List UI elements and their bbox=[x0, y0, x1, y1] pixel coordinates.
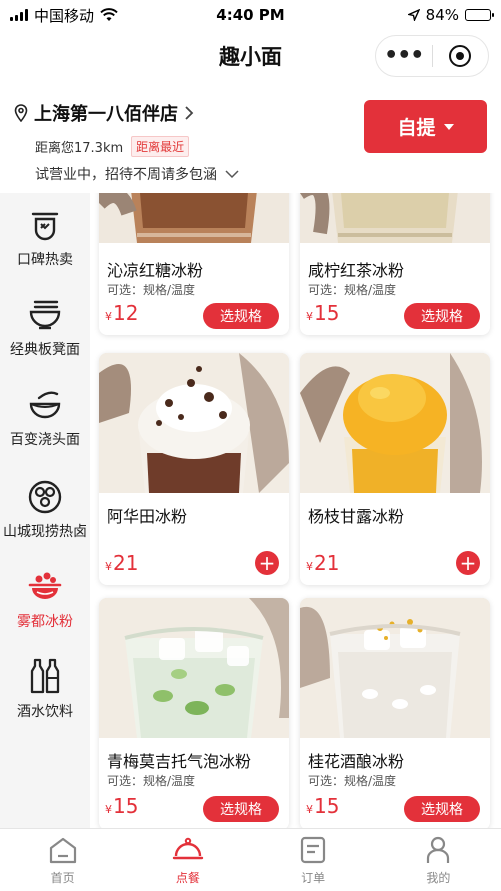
home-icon bbox=[47, 835, 79, 865]
product-card[interactable]: 杨枝甘露冰粉 ¥21 + bbox=[300, 353, 490, 585]
store-distance: 距离您17.3km bbox=[35, 141, 124, 156]
category-item[interactable]: 口碑热卖 bbox=[0, 205, 90, 269]
product-price: ¥21 bbox=[306, 551, 340, 575]
add-to-cart-button[interactable]: + bbox=[456, 551, 480, 575]
category-label: 经典板凳面 bbox=[10, 342, 80, 358]
tab-orders[interactable]: 订单 bbox=[251, 829, 376, 891]
tab-label: 我的 bbox=[426, 871, 451, 885]
pickup-mode-label: 自提 bbox=[397, 117, 436, 139]
add-to-cart-button[interactable]: + bbox=[255, 551, 279, 575]
product-options: 可选：规格/温度 bbox=[107, 774, 196, 788]
product-name: 咸柠红茶冰粉 bbox=[308, 261, 405, 280]
store-header: 上海第一八佰伴店 距离您17.3km 距离最近 试营业中，招待不周请多包涵 自提 bbox=[0, 92, 501, 192]
product-options: 可选：规格/温度 bbox=[107, 283, 196, 297]
product-image bbox=[99, 193, 289, 243]
mini-program-capsule: ••• bbox=[375, 35, 489, 77]
category-label: 山城现捞热卤 bbox=[3, 524, 87, 540]
tab-profile[interactable]: 我的 bbox=[376, 829, 501, 891]
battery-icon bbox=[465, 9, 494, 21]
product-card[interactable]: 沁凉红糖冰粉 可选：规格/温度 ¥12 选规格 bbox=[99, 193, 289, 335]
category-label: 酒水饮料 bbox=[17, 704, 73, 720]
product-name: 阿华田冰粉 bbox=[107, 507, 188, 526]
store-name: 上海第一八佰伴店 bbox=[34, 104, 178, 125]
category-item[interactable]: 酒水饮料 bbox=[0, 657, 90, 721]
product-card[interactable]: 青梅莫吉托气泡冰粉 可选：规格/温度 ¥15 选规格 bbox=[99, 598, 289, 828]
category-label: 雾都冰粉 bbox=[17, 614, 73, 630]
product-options: 可选：规格/温度 bbox=[308, 283, 397, 297]
ice-jelly-icon bbox=[25, 567, 65, 607]
location-pin-icon bbox=[14, 104, 28, 122]
product-card[interactable]: 桂花酒酿冰粉 可选：规格/温度 ¥15 选规格 bbox=[300, 598, 490, 828]
product-price: ¥15 bbox=[105, 794, 139, 818]
tab-home[interactable]: 首页 bbox=[0, 829, 125, 891]
product-price: ¥21 bbox=[105, 551, 139, 575]
category-item[interactable]: 山城现捞热卤 bbox=[0, 477, 90, 541]
noodle-bowl-icon bbox=[25, 295, 65, 335]
drink-bottles-icon bbox=[25, 657, 65, 697]
product-card[interactable]: 阿华田冰粉 ¥21 + bbox=[99, 353, 289, 585]
cloche-icon bbox=[172, 835, 204, 865]
product-card[interactable]: 咸柠红茶冰粉 可选：规格/温度 ¥15 选规格 bbox=[300, 193, 490, 335]
product-options: 可选：规格/温度 bbox=[308, 774, 397, 788]
product-image bbox=[99, 353, 289, 493]
pickup-mode-button[interactable]: 自提 bbox=[364, 100, 487, 153]
select-spec-button[interactable]: 选规格 bbox=[404, 303, 480, 329]
product-name: 沁凉红糖冰粉 bbox=[107, 261, 204, 280]
nav-bar: 趣小面 ••• bbox=[0, 30, 501, 82]
store-notice[interactable]: 试营业中，招待不周请多包涵 bbox=[35, 164, 239, 184]
product-price: ¥15 bbox=[306, 301, 340, 325]
chevron-right-icon bbox=[185, 106, 194, 120]
order-icon bbox=[297, 835, 329, 865]
tab-label: 首页 bbox=[50, 871, 75, 885]
product-image bbox=[300, 193, 490, 243]
more-icon[interactable]: ••• bbox=[376, 45, 432, 67]
chevron-down-icon bbox=[225, 169, 239, 178]
braise-pot-icon bbox=[25, 477, 65, 517]
category-label: 百变浇头面 bbox=[10, 432, 80, 448]
store-selector[interactable]: 上海第一八佰伴店 bbox=[14, 100, 194, 126]
category-item[interactable]: 经典板凳面 bbox=[0, 295, 90, 359]
profile-icon bbox=[422, 835, 454, 865]
topping-bowl-icon bbox=[25, 385, 65, 425]
category-item[interactable]: 百变浇头面 bbox=[0, 385, 90, 449]
select-spec-button[interactable]: 选规格 bbox=[203, 796, 279, 822]
location-arrow-icon bbox=[407, 9, 420, 21]
product-image bbox=[300, 353, 490, 493]
category-item-active[interactable]: 雾都冰粉 bbox=[0, 567, 90, 631]
tab-label: 点餐 bbox=[175, 871, 200, 885]
close-target-icon[interactable] bbox=[432, 45, 488, 67]
select-spec-button[interactable]: 选规格 bbox=[203, 303, 279, 329]
status-bar: 中国移动 4:40 PM 84% bbox=[0, 0, 501, 30]
product-price: ¥15 bbox=[306, 794, 340, 818]
product-image bbox=[300, 598, 490, 738]
select-spec-button[interactable]: 选规格 bbox=[404, 796, 480, 822]
product-name: 杨枝甘露冰粉 bbox=[308, 507, 405, 526]
caret-down-icon bbox=[443, 123, 454, 130]
store-notice-text: 试营业中，招待不周请多包涵 bbox=[35, 167, 217, 183]
product-price: ¥12 bbox=[105, 301, 139, 325]
category-label: 口碑热卖 bbox=[17, 252, 73, 268]
category-sidebar: 口碑热卖 经典板凳面 百变浇头面 山城现捞热卤 雾都冰粉 酒水饮料 bbox=[0, 193, 90, 828]
product-name: 青梅莫吉托气泡冰粉 bbox=[107, 752, 252, 771]
product-name: 桂花酒酿冰粉 bbox=[308, 752, 405, 771]
nearest-tag: 距离最近 bbox=[131, 136, 190, 157]
product-image bbox=[99, 598, 289, 738]
bottom-tab-bar: 首页 点餐 订单 我的 bbox=[0, 828, 501, 891]
bowl-pot-icon bbox=[25, 205, 65, 245]
product-list: 沁凉红糖冰粉 可选：规格/温度 ¥12 选规格 咸柠红茶冰粉 可选：规格/温度 … bbox=[90, 193, 501, 828]
tab-label: 订单 bbox=[301, 871, 326, 885]
battery-percent: 84% bbox=[425, 6, 459, 24]
tab-order-food[interactable]: 点餐 bbox=[125, 829, 250, 891]
